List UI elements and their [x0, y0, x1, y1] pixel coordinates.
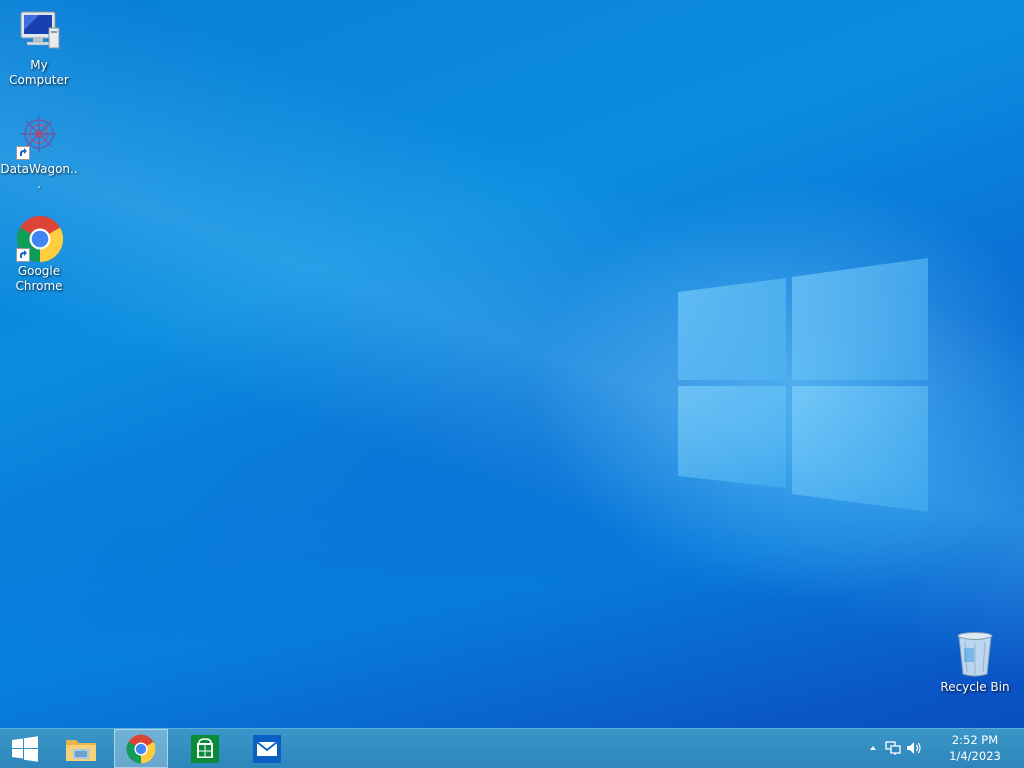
taskbar: 2:52 PM 1/4/2023: [0, 728, 1024, 768]
network-icon: [885, 741, 901, 755]
folder-icon: [66, 739, 96, 761]
desktop-icon-datawagon[interactable]: DataWagon...: [0, 112, 78, 192]
taskbar-chrome-button[interactable]: [114, 729, 168, 768]
desktop[interactable]: My Computer DataWagon... Google Chrome R…: [0, 0, 1024, 728]
taskbar-mail-button[interactable]: [240, 729, 294, 768]
desktop-icon-label: My Computer: [9, 58, 69, 87]
show-hidden-icons-button[interactable]: [864, 739, 882, 757]
shortcut-arrow-icon: [16, 146, 30, 160]
store-icon: [191, 734, 219, 763]
start-button[interactable]: [0, 729, 50, 768]
desktop-icon-recycle-bin[interactable]: Recycle Bin: [936, 630, 1014, 695]
recycle-bin-icon: [951, 630, 999, 678]
clock-date: 1/4/2023: [949, 749, 1001, 763]
desktop-icon-label: Google Chrome: [15, 264, 63, 293]
windows-logo-wallpaper: [678, 258, 928, 512]
taskbar-file-explorer-button[interactable]: [54, 729, 108, 768]
volume-control[interactable]: [906, 739, 924, 757]
taskbar-store-button[interactable]: [178, 729, 232, 768]
desktop-icon-my-computer[interactable]: My Computer: [0, 8, 78, 88]
desktop-icon-google-chrome[interactable]: Google Chrome: [0, 214, 78, 294]
shortcut-arrow-icon: [16, 248, 30, 262]
taskbar-clock[interactable]: 2:52 PM 1/4/2023: [944, 732, 1006, 764]
chrome-icon: [126, 734, 156, 763]
mail-icon: [253, 734, 281, 763]
volume-icon: [907, 742, 921, 754]
clock-time: 2:52 PM: [951, 733, 999, 747]
computer-icon: [15, 8, 63, 56]
desktop-icon-label: Recycle Bin: [940, 680, 1010, 694]
network-status[interactable]: [884, 739, 902, 757]
windows-start-icon: [12, 735, 38, 762]
chrome-icon: [15, 214, 64, 263]
desktop-icon-label: DataWagon...: [0, 162, 78, 191]
chevron-up-icon: [870, 746, 876, 750]
system-tray: 2:52 PM 1/4/2023: [864, 729, 1024, 768]
datawagon-icon: [15, 112, 63, 160]
